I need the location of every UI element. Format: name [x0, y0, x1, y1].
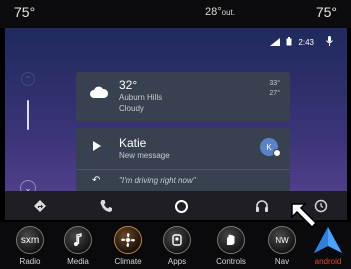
phone-icon[interactable] — [96, 196, 116, 216]
apps-icon — [163, 226, 191, 254]
radio-icon-text: sxm — [20, 234, 40, 246]
message-badge-icon — [273, 149, 281, 157]
navigation-icon[interactable] — [30, 196, 50, 216]
quick-reply[interactable]: "I'm driving right now" — [119, 176, 196, 185]
battery-icon — [286, 37, 292, 48]
dock-item-climate[interactable]: Climate — [105, 224, 151, 268]
dock-label-climate: Climate — [114, 257, 142, 266]
driver-temp[interactable]: 75° — [14, 4, 35, 20]
uconnect-dock: sxm Radio Media Climate Apps Controls NW… — [0, 222, 351, 269]
card-divider — [76, 169, 290, 170]
dock-item-radio[interactable]: sxm Radio — [7, 224, 53, 268]
home-icon[interactable] — [171, 196, 191, 216]
scroll-position[interactable] — [27, 100, 29, 130]
weather-high: 33° — [269, 80, 280, 87]
controls-icon — [217, 226, 245, 254]
signal-icon — [270, 37, 281, 48]
weather-temp: 32° — [119, 78, 138, 92]
dock-item-android-auto[interactable]: android — [305, 224, 351, 268]
media-icon — [64, 226, 92, 254]
climate-icon — [114, 226, 142, 254]
dock-label-controls: Controls — [216, 257, 246, 266]
cloud-icon — [90, 86, 108, 98]
dock-label-media: Media — [67, 257, 89, 266]
play-icon[interactable] — [93, 141, 101, 151]
reply-icon[interactable]: ↶ — [92, 175, 100, 186]
vehicle-status-bar: 75° 28°out. 75° — [0, 0, 351, 28]
home-ring — [174, 199, 188, 213]
outside-temp: 28°out. — [205, 6, 235, 18]
pointer-arrow-icon — [291, 203, 318, 229]
headphones-icon[interactable] — [252, 196, 272, 216]
dock-label-radio: Radio — [19, 257, 41, 266]
weather-card[interactable]: 32° Auburn Hills Cloudy 33° 27° — [76, 72, 290, 122]
nav-icon-text: NW — [275, 235, 289, 245]
dock-item-media[interactable]: Media — [55, 224, 101, 268]
dock-item-nav[interactable]: NW Nav — [259, 224, 305, 268]
weather-location: Auburn Hills — [119, 93, 163, 102]
message-card[interactable]: Katie New message K ↶ "I'm driving right… — [76, 128, 290, 192]
scroll-up-icon[interactable]: ⌃ — [21, 72, 35, 86]
dock-item-apps[interactable]: Apps — [154, 224, 200, 268]
weather-condition: Cloudy — [119, 104, 144, 113]
weather-low: 27° — [269, 90, 280, 97]
dock-label-nav: Nav — [274, 257, 290, 266]
dock-label-apps: Apps — [167, 257, 187, 266]
dock-label-android: android — [314, 257, 342, 266]
outside-temp-label: out. — [221, 8, 235, 17]
message-sender: Katie — [119, 136, 147, 150]
nav-icon: NW — [268, 226, 296, 254]
status-time: 2:43 — [298, 38, 314, 47]
passenger-temp[interactable]: 75° — [316, 4, 337, 20]
outside-temp-value: 28° — [205, 6, 222, 18]
card-scroller[interactable]: ⌃ ⌄ — [19, 72, 37, 200]
mic-icon[interactable] — [326, 36, 333, 49]
phone-status-bar: 2:43 — [270, 36, 333, 49]
radio-icon: sxm — [16, 226, 44, 254]
message-subtitle: New message — [119, 151, 170, 160]
dock-item-controls[interactable]: Controls — [208, 224, 254, 268]
